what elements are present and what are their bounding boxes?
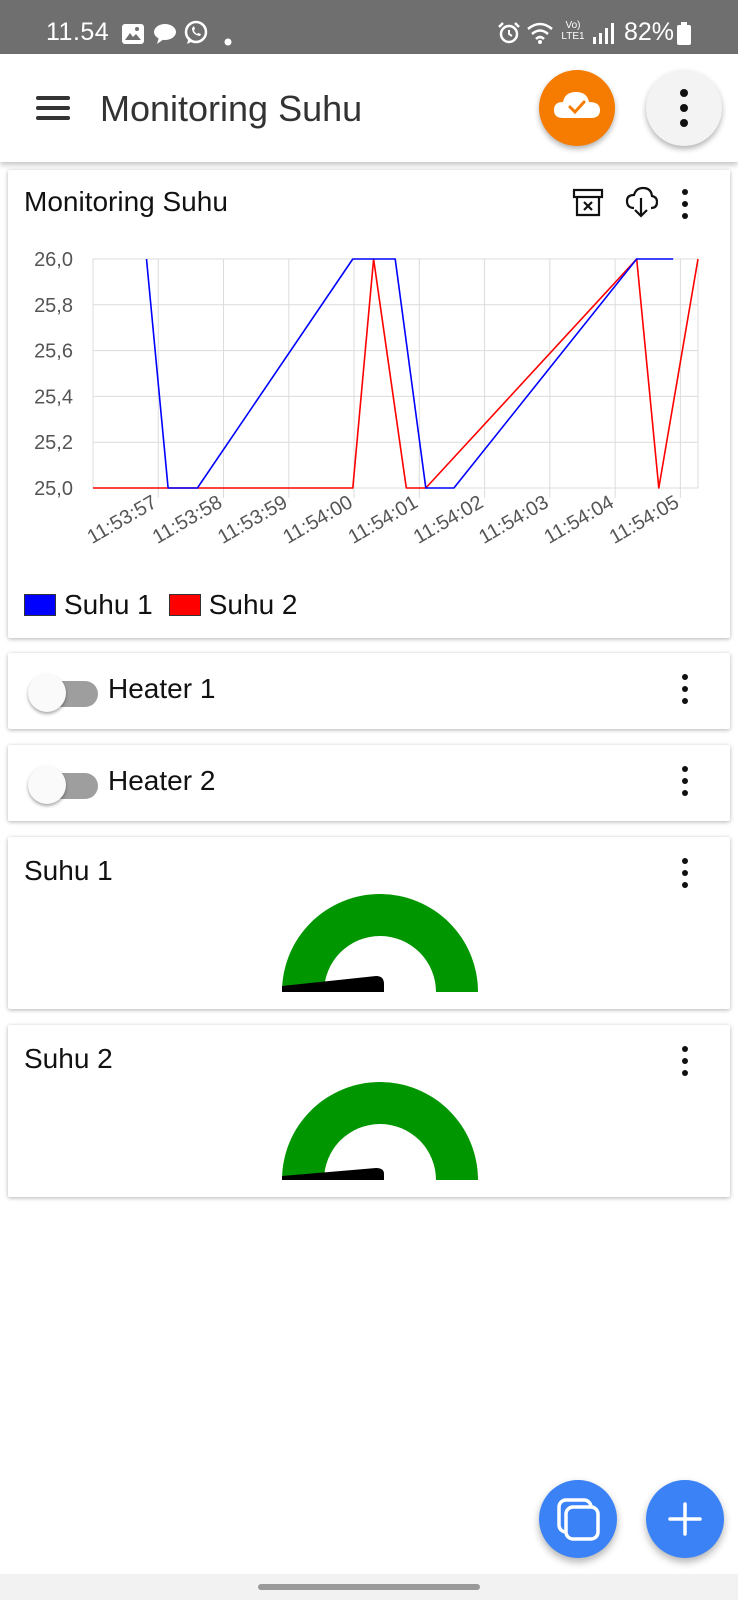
x-tick-label: 11:54:05 [606, 491, 683, 548]
plot-area [92, 258, 699, 489]
y-tick-label: 25,2 [34, 432, 73, 454]
legend-item-suhu-2[interactable]: Suhu 2 [168, 589, 298, 621]
menu-icon[interactable] [32, 92, 76, 124]
y-tick-label: 25,4 [34, 386, 73, 408]
gauge-suhu-2-title: Suhu 2 [24, 1043, 113, 1074]
network-label: Vo) LTE1 [561, 20, 585, 42]
heater-2-more-icon[interactable] [673, 765, 697, 801]
wifi-icon [527, 22, 553, 44]
chat-bubble-icon [154, 24, 176, 44]
gauge-suhu-2 [282, 1082, 478, 1180]
series-line-suhu-2 [93, 258, 699, 489]
copy-widgets-icon [557, 1498, 600, 1541]
page-title: Monitoring Suhu [100, 88, 363, 129]
legend-swatch-suhu-1 [24, 594, 56, 616]
series-line-suhu-1 [145, 258, 674, 489]
overflow-menu-button[interactable] [646, 70, 722, 146]
heater-1-label: Heater 1 [108, 673, 216, 704]
x-tick-label: 11:54:02 [410, 491, 487, 548]
legend-label-suhu-1: Suhu 1 [64, 589, 153, 620]
heater-2-toggle[interactable] [28, 766, 98, 804]
chart-legend: Suhu 1 Suhu 2 [24, 588, 314, 622]
legend-item-suhu-1[interactable]: Suhu 1 [24, 589, 153, 621]
whatsapp-icon [184, 20, 208, 44]
cloud-check-icon [554, 92, 600, 118]
gauge-suhu-2-widget: Suhu 2 [8, 1025, 730, 1197]
system-nav-bar [0, 1574, 738, 1600]
add-widget-button[interactable] [646, 1480, 724, 1558]
y-tick-label: 25,6 [34, 341, 73, 363]
more-vert-icon [680, 89, 688, 127]
line-chart: 26,0 25,8 25,6 25,4 25,2 25,0 11:53:5711:53:58… [34, 249, 699, 549]
cloud-sync-button[interactable] [539, 70, 615, 146]
battery-percent: 82% [624, 18, 675, 46]
app-bar: Monitoring Suhu [0, 54, 738, 162]
x-tick-label: 11:53:57 [84, 491, 161, 548]
y-tick-label: 25,0 [34, 478, 73, 500]
legend-label-suhu-2: Suhu 2 [208, 589, 298, 620]
battery-icon [677, 22, 691, 45]
heater-2-label: Heater 2 [108, 765, 216, 796]
legend-swatch-suhu-2 [168, 594, 201, 616]
gauge-suhu-2-more-icon[interactable] [673, 1045, 697, 1081]
x-tick-label: 11:54:00 [279, 491, 356, 548]
add-icon [668, 1502, 702, 1536]
heater-1-toggle[interactable] [28, 674, 98, 712]
x-tick-label: 11:54:01 [345, 491, 422, 548]
x-tick-label: 11:54:04 [540, 491, 617, 548]
y-tick-label: 25,8 [34, 295, 73, 317]
alarm-icon [498, 22, 520, 44]
signal-icon [593, 23, 614, 44]
x-tick-label: 11:53:59 [214, 491, 291, 548]
gauge-suhu-1-more-icon[interactable] [673, 857, 697, 893]
toggle-thumb [28, 766, 66, 804]
gallery-icon [122, 24, 144, 44]
chart-widget[interactable]: Monitoring Suhu 26,0 25,8 25,6 25,4 25,2 25,0… [8, 170, 730, 638]
heater-1-widget: Heater 1 [8, 653, 730, 729]
copy-widgets-button[interactable] [539, 1480, 617, 1558]
toggle-thumb [28, 674, 66, 712]
y-tick-label: 26,0 [34, 249, 73, 271]
heater-2-widget: Heater 2 [8, 745, 730, 821]
gauge-suhu-1-title: Suhu 1 [24, 855, 113, 886]
home-gesture-handle[interactable] [258, 1584, 480, 1590]
x-tick-label: 11:54:03 [475, 491, 552, 548]
gauge-suhu-1-widget: Suhu 1 [8, 837, 730, 1009]
heater-1-more-icon[interactable] [673, 673, 697, 709]
dot-icon [224, 38, 232, 46]
status-time: 11.54 [46, 18, 110, 46]
x-tick-label: 11:53:58 [149, 491, 226, 548]
gauge-suhu-1 [282, 894, 478, 992]
status-bar: 11.54 Vo) LTE1 82% [0, 0, 738, 54]
